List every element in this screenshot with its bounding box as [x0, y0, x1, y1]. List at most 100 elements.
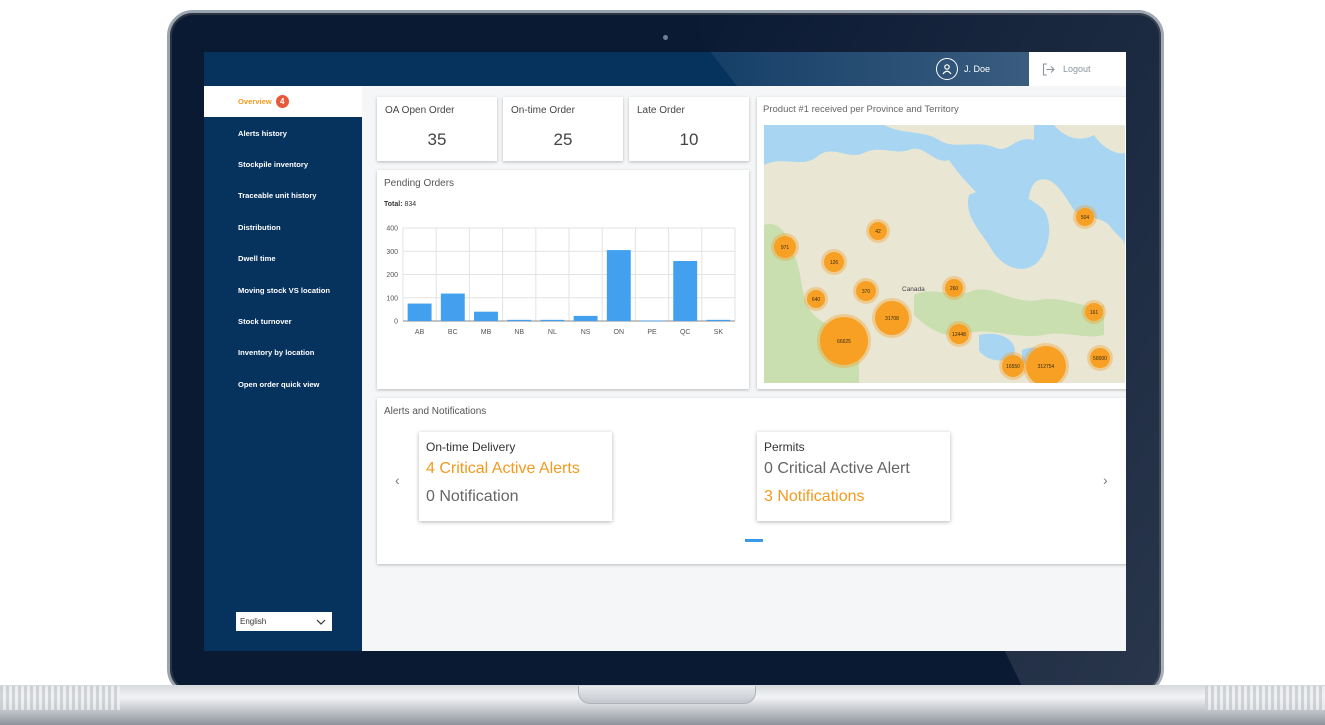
sidebar-item-label: Open order quick view: [238, 379, 320, 389]
kpi-card-on-time-order: On-time Order 25: [503, 97, 623, 161]
app-screen: J. Doe Logout Overview 4 Alerts history …: [204, 52, 1126, 651]
sidebar-item-label: Moving stock VS location: [238, 285, 330, 295]
notifications-text: 0 Notification: [426, 488, 519, 505]
critical-alerts-text: 0 Critical Active Alert: [764, 460, 910, 477]
kpi-value: 10: [679, 130, 699, 149]
alert-card-on-time-delivery[interactable]: On-time Delivery 4 Critical Active Alert…: [419, 432, 612, 521]
pending-orders-card: Pending Orders Total: 834 0 100 200 300 400 A…: [377, 170, 749, 389]
kpi-card-late-order: Late Order 10: [629, 97, 749, 161]
sidebar-item-dwell-time[interactable]: Dwell time: [204, 243, 362, 274]
language-select[interactable]: English: [236, 612, 332, 631]
cluster-label: 12448: [952, 332, 966, 338]
cluster-label: 640: [812, 297, 821, 303]
sidebar-item-open-order-quick-view[interactable]: Open order quick view: [204, 369, 362, 400]
cluster-label: 58000: [1093, 356, 1107, 362]
sidebar-item-inventory-by-location[interactable]: Inventory by location: [204, 337, 362, 368]
bar: [440, 293, 465, 321]
sidebar-item-stockpile-inventory[interactable]: Stockpile inventory: [204, 149, 362, 180]
x-tick-label: NL: [548, 329, 557, 336]
cluster-label: 16550: [1006, 364, 1020, 370]
island: [1054, 125, 1125, 154]
chevron-right-icon[interactable]: ›: [1103, 472, 1108, 488]
pending-orders-chart: 0 100 200 300 400 AB BC MB NB NL NS ON PE QC SK: [386, 226, 736, 336]
total-value: 834: [404, 201, 417, 208]
bar: [606, 250, 631, 321]
land-north: [884, 125, 1034, 149]
kpi-label: Late Order: [637, 105, 685, 116]
x-tick-label: NB: [514, 329, 524, 336]
chevron-left-icon[interactable]: ‹: [395, 472, 400, 488]
map-card: Product #1 received per Province and Ter…: [757, 97, 1126, 389]
alert-card-permits[interactable]: Permits 0 Critical Active Alert 3 Notifi…: [757, 432, 950, 521]
laptop-base-detail: [0, 686, 120, 710]
user-menu[interactable]: J. Doe: [936, 58, 990, 80]
sidebar-item-moving-stock[interactable]: Moving stock VS location: [204, 274, 362, 305]
country-label: Canada: [902, 286, 925, 293]
bar: [573, 315, 598, 321]
kpi-label: OA Open Order: [385, 105, 455, 116]
total-label: Total:: [384, 201, 403, 208]
x-tick-label: ON: [614, 329, 625, 336]
kpi-value: 35: [427, 130, 447, 149]
x-tick-label: NS: [581, 329, 591, 336]
bar: [507, 319, 532, 321]
top-bar: J. Doe Logout: [204, 52, 1126, 86]
chevron-down-icon: [316, 619, 326, 625]
pending-total: Total: 834: [384, 201, 416, 208]
user-icon: [936, 58, 958, 80]
alert-count-badge: 4: [275, 95, 289, 109]
sidebar-item-label: Inventory by location: [238, 348, 315, 358]
camera-icon: [663, 35, 668, 40]
sidebar-item-label: Distribution: [238, 222, 281, 232]
sidebar-item-traceable-unit-history[interactable]: Traceable unit history: [204, 180, 362, 211]
sidebar-item-overview[interactable]: Overview 4: [204, 86, 362, 118]
language-value: English: [240, 617, 267, 626]
sidebar-item-distribution[interactable]: Distribution: [204, 212, 362, 243]
sidebar-item-alerts-history[interactable]: Alerts history: [204, 117, 362, 148]
cluster-label: 370: [862, 289, 871, 295]
logout-label: Logout: [1063, 64, 1091, 74]
cluster-label: 31708: [885, 316, 899, 322]
cluster-label: 126: [830, 260, 839, 266]
alert-title: Permits: [764, 440, 805, 454]
x-tick-label: SK: [714, 329, 724, 336]
card-title: Alerts and Notifications: [384, 406, 487, 417]
y-tick-label: 200: [386, 272, 398, 279]
laptop-base-detail: [1205, 686, 1325, 710]
logout-icon: [1042, 62, 1055, 76]
sidebar-item-label: Stockpile inventory: [238, 159, 309, 169]
x-tick-label: QC: [680, 329, 691, 336]
bar: [407, 303, 432, 321]
map-canvas: Canada 971 42 504 126 370 260 640 31708 66625 124…: [764, 125, 1125, 383]
cluster-label: 971: [781, 245, 790, 251]
y-tick-label: 400: [386, 226, 398, 233]
bar: [540, 319, 565, 321]
y-tick-label: 300: [386, 249, 398, 256]
carousel-indicator[interactable]: [745, 539, 763, 542]
user-name: J. Doe: [964, 64, 991, 74]
alerts-card: Alerts and Notifications ‹ › On-time Del…: [377, 398, 1126, 564]
sidebar-item-label: Dwell time: [238, 254, 276, 264]
cluster-label: 504: [1081, 215, 1090, 221]
bar: [640, 320, 664, 322]
province-map[interactable]: Canada 971 42 504 126 370 260 640 31708 66625 124…: [764, 125, 1125, 383]
sidebar-item-label: Stock turnover: [238, 316, 292, 326]
sidebar-item-stock-turnover[interactable]: Stock turnover: [204, 306, 362, 337]
cluster-label: 42: [875, 229, 881, 235]
y-tick-label: 0: [394, 319, 398, 326]
cluster-label: 312754: [1038, 364, 1055, 370]
laptop-notch: [578, 686, 756, 704]
x-tick-label: BC: [448, 329, 458, 336]
cluster-label: 161: [1090, 310, 1099, 316]
sidebar-item-label: Overview: [238, 97, 272, 107]
x-tick-label: MB: [481, 329, 492, 336]
logout-button[interactable]: Logout: [1029, 52, 1126, 86]
bar: [706, 319, 731, 321]
card-title: Product #1 received per Province and Ter…: [763, 104, 959, 115]
kpi-value: 25: [553, 130, 573, 149]
cluster-label: 260: [950, 286, 959, 292]
card-title: Pending Orders: [384, 178, 455, 189]
kpi-label: On-time Order: [511, 105, 575, 116]
bar: [474, 311, 498, 321]
kpi-card-open-order: OA Open Order 35: [377, 97, 497, 161]
